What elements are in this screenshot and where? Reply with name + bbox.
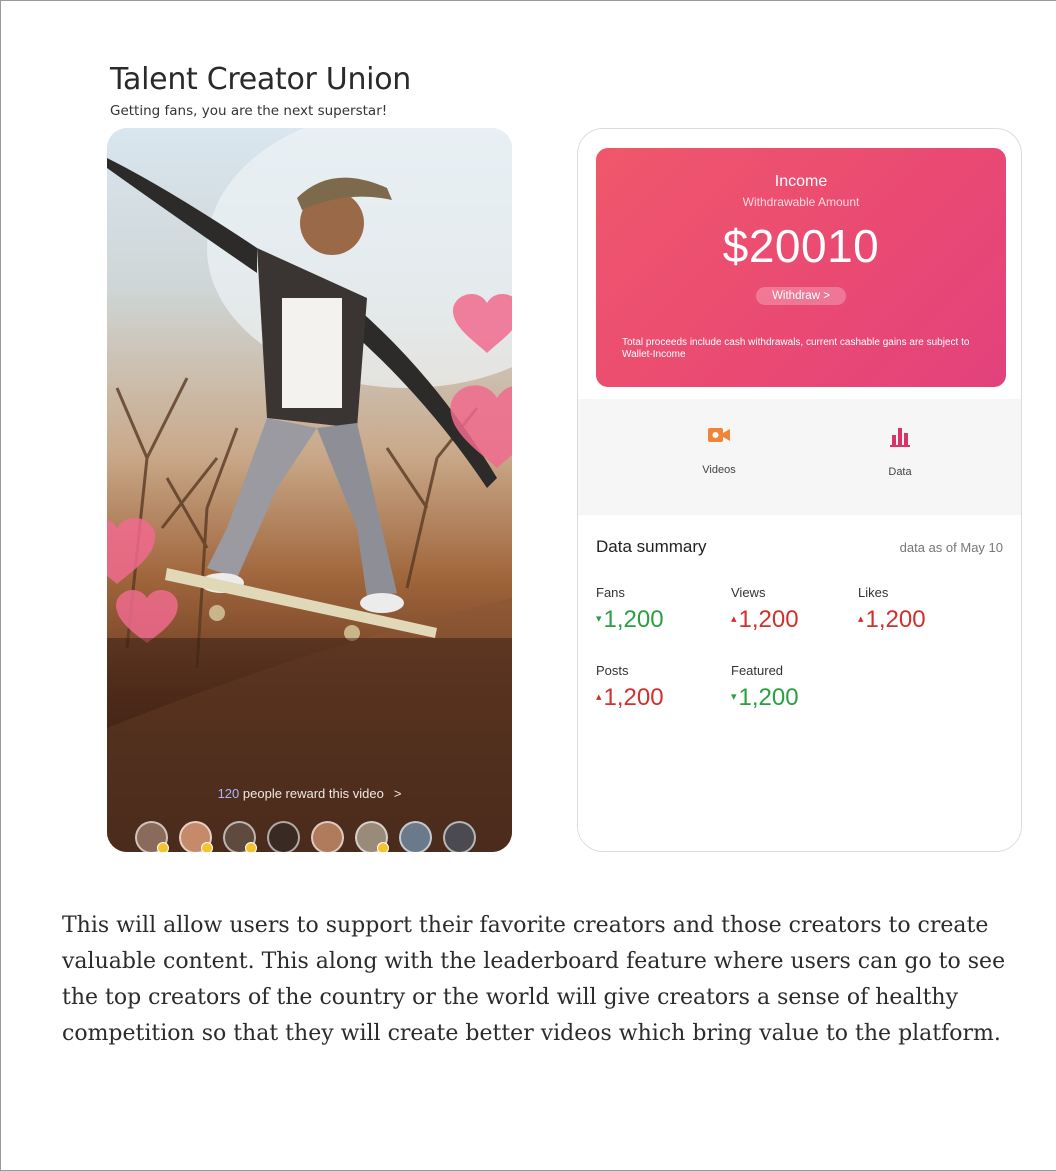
income-title: Income bbox=[774, 173, 828, 190]
avatar[interactable] bbox=[355, 821, 389, 852]
tools-band bbox=[578, 399, 1021, 515]
stat-value: ▴1,200 bbox=[596, 684, 664, 711]
video-camera-icon bbox=[708, 428, 730, 442]
reward-text: people reward this video bbox=[239, 786, 384, 801]
video-artwork bbox=[107, 128, 512, 852]
stat-views: Views ▴1,200 bbox=[731, 585, 871, 634]
summary-date: data as of May 10 bbox=[899, 540, 1003, 555]
withdraw-button[interactable]: Withdraw > bbox=[756, 287, 846, 305]
trend-down-icon: ▾ bbox=[596, 613, 602, 625]
creator-dashboard-card: Income Withdrawable Amount $20010 Withdr… bbox=[577, 128, 1022, 852]
stat-label: Views bbox=[731, 585, 766, 600]
page-subtitle: Getting fans, you are the next superstar… bbox=[110, 103, 388, 119]
stat-featured: Featured ▾1,200 bbox=[731, 663, 871, 712]
data-label: Data bbox=[888, 466, 912, 478]
data-summary: Data summary data as of May 10 Fans ▾1,2… bbox=[578, 515, 1021, 851]
avatar[interactable] bbox=[311, 821, 344, 852]
avatar[interactable] bbox=[223, 821, 257, 852]
stat-label: Likes bbox=[858, 585, 889, 600]
stat-value: ▾1,200 bbox=[731, 684, 799, 711]
reward-count: 120 bbox=[217, 786, 240, 801]
stat-label: Featured bbox=[731, 663, 784, 678]
bar-chart-icon bbox=[890, 428, 910, 447]
stat-label: Fans bbox=[596, 585, 625, 600]
avatar[interactable] bbox=[399, 821, 432, 852]
stat-fans: Fans ▾1,200 bbox=[596, 585, 736, 634]
page-title: Talent Creator Union bbox=[110, 62, 411, 97]
avatar[interactable] bbox=[135, 821, 169, 852]
data-button[interactable]: Data bbox=[860, 425, 940, 478]
videos-label: Videos bbox=[702, 464, 736, 476]
reward-link[interactable]: 120 people reward this video > bbox=[107, 786, 512, 801]
avatar[interactable] bbox=[179, 821, 213, 852]
income-note: Total proceeds include cash withdrawals,… bbox=[622, 337, 970, 360]
income-amount: $20010 bbox=[722, 220, 880, 272]
stat-posts: Posts ▴1,200 bbox=[596, 663, 736, 712]
header: Talent Creator Union Getting fans, you a… bbox=[110, 62, 411, 119]
stat-likes: Likes ▴1,200 bbox=[858, 585, 998, 634]
article-paragraph: This will allow users to support their f… bbox=[62, 913, 1006, 1046]
income-subtitle: Withdrawable Amount bbox=[742, 195, 860, 209]
trend-up-icon: ▴ bbox=[596, 691, 602, 703]
stat-value: ▴1,200 bbox=[858, 606, 926, 633]
supporter-avatars bbox=[135, 821, 495, 852]
videos-button[interactable]: Videos bbox=[679, 425, 759, 476]
stat-value: ▾1,200 bbox=[596, 606, 664, 633]
summary-title: Data summary bbox=[596, 537, 707, 556]
video-preview-card[interactable]: 120 people reward this video > bbox=[107, 128, 512, 852]
trend-up-icon: ▴ bbox=[858, 613, 864, 625]
income-panel: Income Withdrawable Amount $20010 Withdr… bbox=[596, 148, 1006, 387]
stat-label: Posts bbox=[596, 663, 629, 678]
stat-value: ▴1,200 bbox=[731, 606, 799, 633]
chevron-right-icon: > bbox=[393, 786, 402, 801]
avatar[interactable] bbox=[443, 821, 476, 852]
trend-down-icon: ▾ bbox=[731, 691, 737, 703]
trend-up-icon: ▴ bbox=[731, 613, 737, 625]
avatar[interactable] bbox=[267, 821, 300, 852]
